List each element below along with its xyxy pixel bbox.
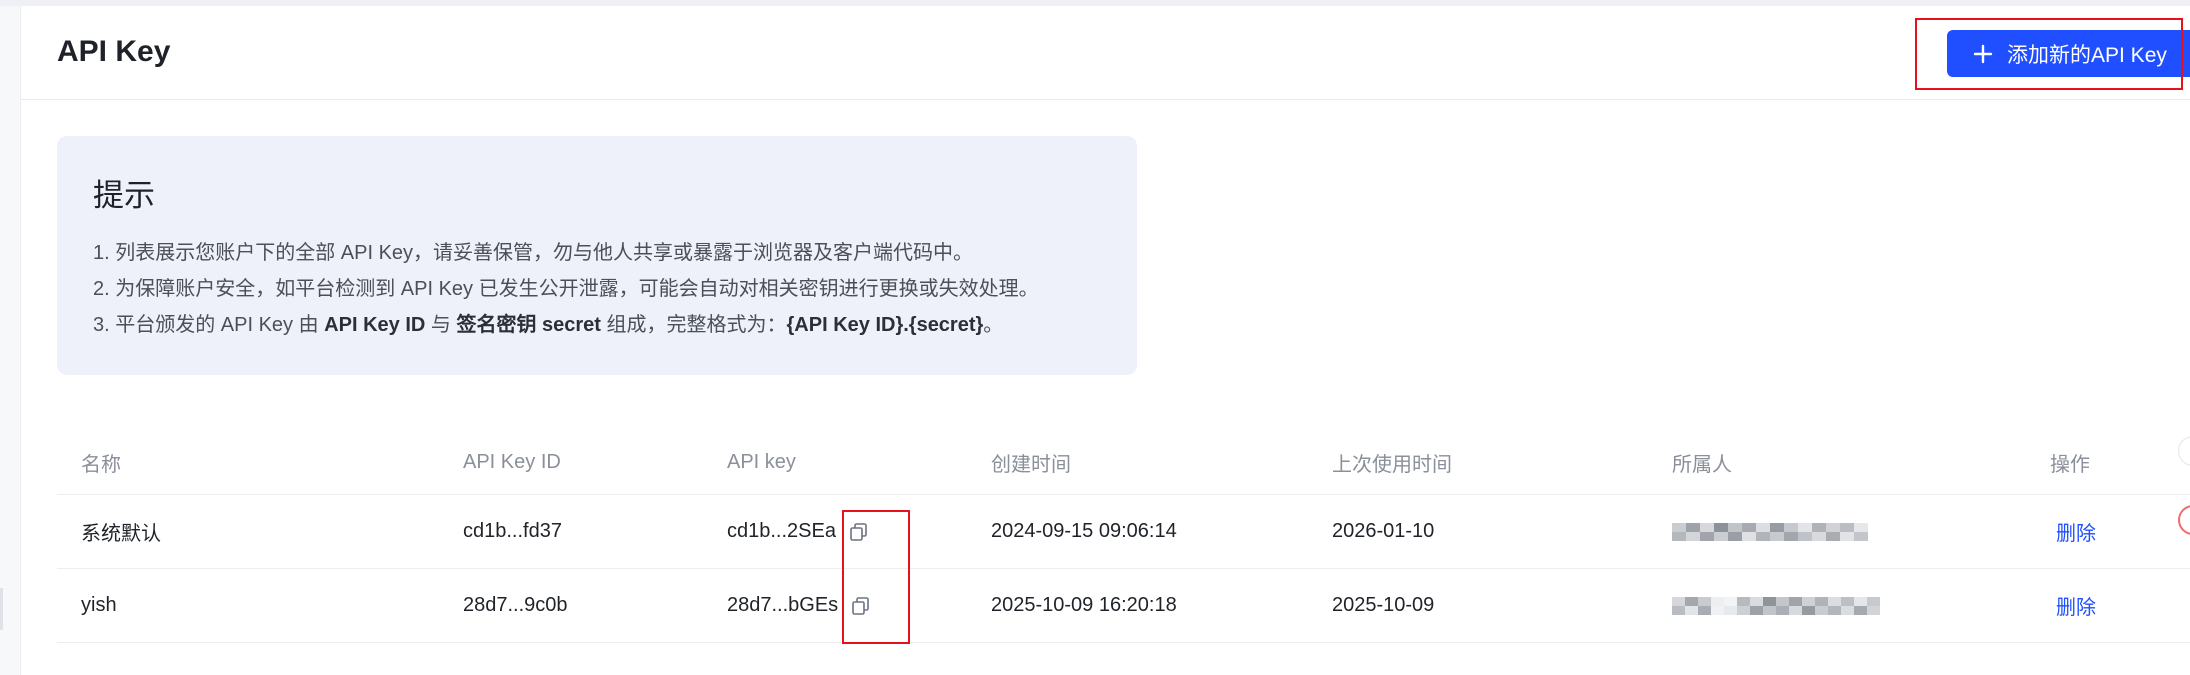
column-header-actions: 操作 [2026,430,2190,495]
column-header-api-key: API key [703,430,967,495]
copy-icon[interactable] [850,595,872,617]
tip-line-3-key-id: API Key ID [324,314,426,336]
owner-redacted [1672,522,1868,541]
cell-key-id: cd1b...fd37 [439,494,703,569]
column-header-last-used: 上次使用时间 [1308,430,1648,495]
copy-icon[interactable] [848,521,870,543]
add-api-key-label: 添加新的API Key [2007,43,2167,67]
left-rail [0,6,21,675]
cell-last-used: 2026-01-10 [1308,494,1648,569]
cell-last-used: 2025-10-09 [1308,568,1648,643]
page-header: API Key 添加新的API Key [21,6,2190,100]
api-key-value: 28d7...bGEs [727,594,839,616]
tip-line-3-format-label: 组成，完整格式为： [600,314,787,336]
tip-line-2: 2. 为保障账户安全，如平台检测到 API Key 已发生公开泄露，可能会自动对… [93,278,1039,300]
api-key-table: 名称 API Key ID API key 创建时间 上次使用时间 所属人 操作… [57,430,2190,643]
api-key-value: cd1b...2SEa [727,520,836,542]
cell-created: 2025-10-09 16:20:18 [967,568,1308,643]
delete-button[interactable]: 删除 [2056,597,2096,619]
cell-actions: 删除 [2026,568,2190,643]
column-header-created: 创建时间 [967,430,1308,495]
tip-line-3-and: 与 [425,314,457,336]
table-header-row: 名称 API Key ID API key 创建时间 上次使用时间 所属人 操作 [57,430,2190,495]
tip-line-3-secret: 签名密钥 secret [456,314,601,336]
cell-name: yish [57,568,439,643]
delete-button[interactable]: 删除 [2056,523,2096,545]
tip-line-3-suffix: 。 [983,314,1004,336]
plus-icon [1973,44,1993,63]
tip-line-1: 1. 列表展示您账户下的全部 API Key，请妥善保管，勿与他人共享或暴露于浏… [93,242,974,264]
tip-line-3-format: {API Key ID}.{secret} [786,314,984,336]
tip-panel: 提示 1. 列表展示您账户下的全部 API Key，请妥善保管，勿与他人共享或暴… [57,136,1137,375]
table-row: 系统默认 cd1b...fd37 cd1b...2SEa 2024-09-15 … [57,494,2190,569]
table-row: yish 28d7...9c0b 28d7...bGEs 2025-10-09 … [57,568,2190,643]
tip-line-3: 3. 平台颁发的 API Key 由 API Key ID 与 签名密钥 sec… [93,307,1137,343]
page-title: API Key [57,35,171,68]
cell-api-key: 28d7...bGEs [703,568,967,643]
cell-name: 系统默认 [57,494,439,569]
cell-key-id: 28d7...9c0b [439,568,703,643]
left-rail-handle[interactable] [0,588,3,630]
column-header-name: 名称 [57,430,439,495]
add-api-key-button[interactable]: 添加新的API Key [1947,30,2190,77]
cell-api-key: cd1b...2SEa [703,494,967,569]
cell-actions: 删除 [2026,494,2190,569]
column-header-key-id: API Key ID [439,430,703,495]
cell-created: 2024-09-15 09:06:14 [967,494,1308,569]
tip-title: 提示 [93,178,155,213]
tip-line-3-prefix: 3. 平台颁发的 API Key 由 [93,314,325,336]
column-header-owner: 所属人 [1648,430,2026,495]
cell-owner [1648,568,2026,643]
owner-redacted [1672,596,1880,615]
cell-owner [1648,494,2026,569]
